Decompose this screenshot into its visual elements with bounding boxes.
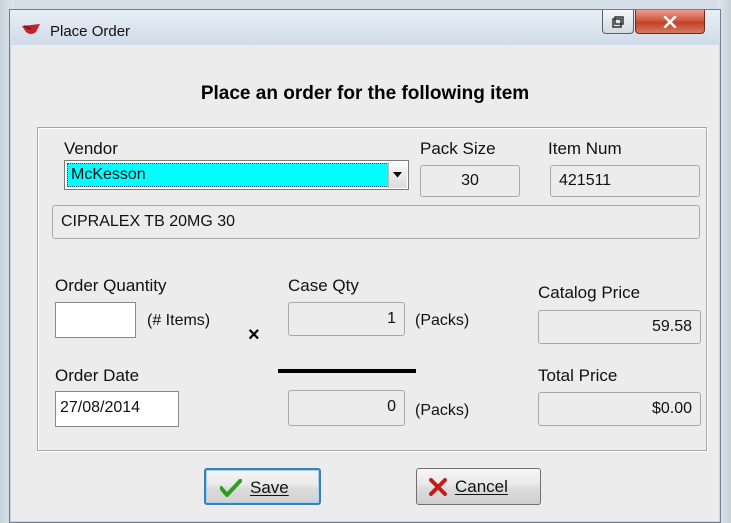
catalog-price-label: Catalog Price xyxy=(538,283,641,302)
total-price-label: Total Price xyxy=(538,366,618,385)
dialog-body: Place an order for the following item Ve… xyxy=(16,45,714,516)
case-qty-field: 1 xyxy=(288,302,405,336)
vendor-label: Vendor xyxy=(64,139,118,158)
pack-size-label: Pack Size xyxy=(420,139,496,158)
restore-button[interactable] xyxy=(602,10,634,34)
save-button-label: Save xyxy=(250,478,289,497)
x-icon xyxy=(429,478,447,496)
cancel-button[interactable]: Cancel xyxy=(416,468,541,505)
close-icon xyxy=(663,15,677,28)
order-quantity-unit: (# Items) xyxy=(147,312,211,329)
restore-icon xyxy=(612,15,624,28)
total-packs-field: 0 xyxy=(288,390,405,426)
app-icon xyxy=(22,24,40,34)
total-packs-unit: (Packs) xyxy=(415,402,470,419)
pack-size-field: 30 xyxy=(420,165,520,197)
quantity-divider xyxy=(278,369,416,373)
dialog-heading: Place an order for the following item xyxy=(200,83,530,104)
order-details-panel: Vendor McKesson Pack Size 30 Item Num 42… xyxy=(37,127,707,451)
order-date-label: Order Date xyxy=(55,366,140,385)
total-price-field: $0.00 xyxy=(538,392,701,426)
cancel-button-label: Cancel xyxy=(455,477,508,496)
order-quantity-input[interactable] xyxy=(55,302,136,338)
window-title: Place Order xyxy=(50,23,131,40)
order-quantity-label: Order Quantity xyxy=(55,276,167,295)
checkmark-icon xyxy=(220,479,242,497)
vendor-dropdown[interactable]: McKesson xyxy=(64,160,409,190)
case-qty-label: Case Qty xyxy=(288,276,359,295)
title-bar[interactable]: Place Order xyxy=(10,10,720,45)
catalog-price-field: 59.58 xyxy=(538,310,701,344)
vendor-selected-value: McKesson xyxy=(67,163,389,187)
close-button[interactable] xyxy=(635,10,705,34)
multiply-icon: × xyxy=(248,324,260,346)
case-qty-unit: (Packs) xyxy=(415,312,470,329)
save-button[interactable]: Save xyxy=(204,468,321,505)
item-num-field: 421511 xyxy=(550,165,700,197)
vendor-dropdown-button[interactable] xyxy=(388,162,407,188)
item-description-field: CIPRALEX TB 20MG 30 xyxy=(52,205,700,239)
place-order-dialog: Place Order Place an order for the follo… xyxy=(9,9,721,523)
chevron-down-icon xyxy=(393,172,402,178)
item-num-label: Item Num xyxy=(548,139,622,158)
order-date-input[interactable]: 27/08/2014 xyxy=(55,391,179,427)
